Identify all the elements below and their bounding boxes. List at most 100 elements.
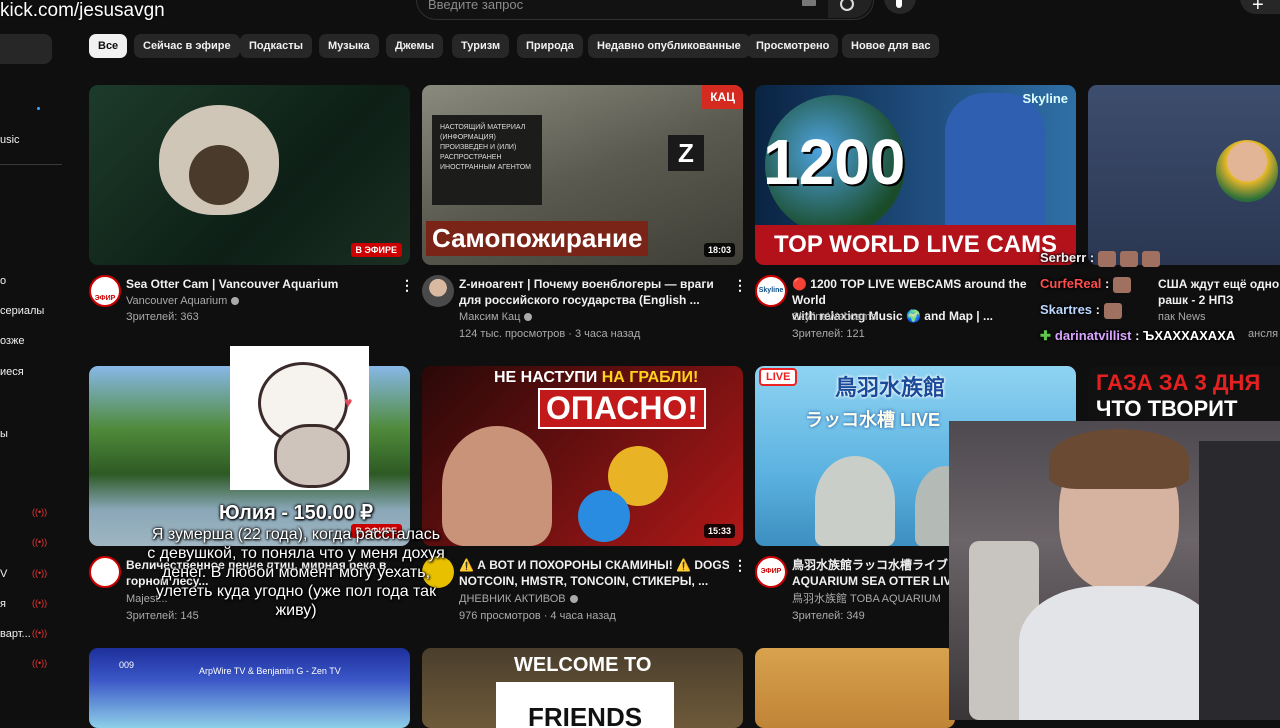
video-title[interactable]: 鳥羽水族館ラッコ水槽ライブ AQUARIUM SEA OTTER LIVE (792, 557, 952, 589)
cat-sticker-body (274, 424, 350, 488)
notification-dot (37, 107, 40, 110)
sidebar-subscription[interactable]: V (0, 568, 7, 580)
sidebar-item-liked[interactable]: иеся (0, 366, 24, 378)
z-patch-icon: Z (668, 135, 704, 171)
chat-message: Serberr : (1040, 250, 1164, 267)
live-indicator-icon: ((•)) (32, 658, 48, 668)
live-indicator-icon: ((•)) (32, 568, 48, 578)
streamer-hair (1049, 429, 1189, 489)
more-options-icon[interactable]: ⋮ (733, 277, 747, 294)
live-badge: В ЭФИРЕ (350, 243, 402, 257)
channel-name[interactable]: ДНЕВНИК АКТИВОВ (459, 591, 578, 607)
keyboard-icon[interactable] (802, 0, 816, 6)
channel-avatar[interactable]: ЭФИР (89, 275, 121, 307)
chip-live[interactable]: Сейчас в эфире (134, 34, 240, 58)
search-input[interactable]: Введите запрос (428, 0, 523, 12)
channel-number: 009 (119, 660, 135, 670)
sidebar-subscription[interactable]: я (0, 598, 6, 610)
video-meta: Зрителей: 121 (792, 328, 865, 340)
skyline-logo: Skyline (1022, 91, 1068, 106)
video-thumbnail[interactable]: 009 ArpWire TV & Benjamin G - Zen TV (89, 648, 410, 728)
chip-recently-uploaded[interactable]: Недавно опубликованные (588, 34, 750, 58)
streamer-hoodie (1019, 586, 1219, 720)
channel-avatar[interactable] (422, 275, 454, 307)
thumbnail-subtitle: ラッコ水槽 LIVE (805, 410, 941, 430)
video-meta: 976 просмотров · 4 часа назад (459, 610, 616, 622)
toncoin-icon (578, 490, 630, 542)
video-meta: Зрителей: 363 (126, 311, 199, 323)
chip-nature[interactable]: Природа (517, 34, 583, 58)
thumbnail-caption: ArpWire TV & Benjamin G - Zen TV (199, 666, 341, 676)
video-thumbnail[interactable]: 1200 Skyline TOP WORLD LIVE CAMS (755, 85, 1076, 265)
thumbnail-headline: НЕ НАСТУПИ НА ГРАБЛИ! (494, 369, 699, 386)
chip-music[interactable]: Музыка (319, 34, 379, 58)
foreign-agent-patch: НАСТОЯЩИЙ МАТЕРИАЛ (ИНФОРМАЦИЯ) ПРОИЗВЕД… (432, 115, 542, 205)
channel-avatar[interactable]: ЭФИР (755, 556, 787, 588)
thumbnail-title: 鳥羽水族館 (835, 375, 946, 400)
verified-icon (524, 313, 533, 322)
video-duration: 15:33 (703, 524, 735, 538)
video-thumbnail[interactable]: ГАЗА ЗА 3 ДНЯ ЧТО ТВОРИТ (1088, 366, 1280, 426)
video-thumbnail[interactable]: НАСТОЯЩИЙ МАТЕРИАЛ (ИНФОРМАЦИЯ) ПРОИЗВЕД… (422, 85, 743, 265)
channel-name[interactable]: 鳥羽水族館 TOBA AQUARIUM (792, 591, 941, 607)
sidebar-item-series[interactable]: сериалы (0, 305, 44, 317)
person-avatar-image (1216, 140, 1278, 202)
channel-name[interactable]: SkylineWebcams (792, 309, 876, 325)
more-options-icon[interactable]: ⋮ (733, 557, 747, 574)
sidebar-item-watch-later[interactable]: озже (0, 335, 25, 347)
thumbnail-logo: FRIENDS (496, 682, 674, 728)
chip-podcasts[interactable]: Подкасты (240, 34, 312, 58)
chip-tourism[interactable]: Туризм (452, 34, 510, 58)
chip-jams[interactable]: Джемы (386, 34, 443, 58)
more-options-icon[interactable]: ⋮ (400, 277, 414, 294)
video-thumbnail[interactable]: В ЭФИРЕ (89, 85, 410, 265)
video-duration: 18:03 (703, 243, 735, 257)
plus-icon[interactable]: + (1252, 0, 1264, 17)
live-indicator-icon: ((•)) (32, 507, 48, 517)
chat-message: ✚ darinatvillist : ЪХАХХАХАХА (1040, 328, 1236, 343)
video-title[interactable]: Z-иноагент | Почему военблогеры — враги д… (459, 276, 729, 308)
person-image (442, 426, 552, 546)
donation-sticker-image: ♥ (230, 346, 369, 490)
channel-name[interactable]: Максим Кац (459, 309, 533, 325)
thumbnail-caption: Самопожирание (426, 221, 649, 256)
stream-url-overlay: kick.com/jesusavgn (0, 0, 165, 21)
emote-icon (1112, 276, 1131, 293)
sidebar-subscription[interactable]: варт... (0, 628, 31, 640)
video-thumbnail[interactable]: НЕ НАСТУПИ НА ГРАБЛИ! ОПАСНО! 15:33 (422, 366, 743, 546)
thumbnail-caption: ОПАСНО! (538, 388, 706, 429)
sidebar-item-music[interactable]: usic (0, 134, 20, 146)
video-title[interactable]: Sea Otter Cam | Vancouver Aquarium (126, 276, 396, 292)
video-thumbnail[interactable] (1088, 85, 1280, 265)
verified-icon (231, 297, 240, 306)
video-title[interactable]: ⚠️ А ВОТ И ПОХОРОНЫ СКАМИНЫ! ⚠️ DOGS, NOT… (459, 557, 729, 589)
video-meta: Зрителей: 349 (792, 610, 865, 622)
emote-icon (1119, 250, 1138, 267)
live-indicator-icon: ((•)) (32, 628, 48, 638)
sidebar-item-home[interactable] (0, 34, 52, 64)
sidebar-divider (0, 164, 62, 165)
thumbnail-caption: WELCOME TO (514, 654, 652, 676)
badge-icon: ✚ (1040, 328, 1051, 343)
chip-watched[interactable]: Просмотрено (747, 34, 839, 58)
video-thumbnail[interactable]: WELCOME TO FRIENDS (422, 648, 743, 728)
video-thumbnail[interactable] (755, 648, 955, 728)
sidebar-item[interactable]: о (0, 275, 6, 287)
seal-image (815, 456, 895, 546)
chip-new-for-you[interactable]: Новое для вас (842, 34, 940, 58)
channel-name[interactable]: Vancouver Aquarium (126, 293, 240, 309)
channel-corner-badge: КАЦ (702, 85, 743, 109)
channel-avatar[interactable]: Skyline (755, 275, 787, 307)
sidebar-item[interactable]: ы (0, 428, 8, 440)
stream-chat-overlay: Serberr : CurfeReal : Skartres : ✚ darina… (1040, 246, 1280, 350)
person-image (945, 93, 1045, 243)
emote-icon (1141, 250, 1160, 267)
otter-body (189, 145, 249, 205)
video-meta: 124 тыс. просмотров · 3 часа назад (459, 328, 641, 340)
microphone-icon[interactable] (896, 0, 902, 8)
donation-title: Юлия - 150.00 ₽ (218, 502, 374, 524)
channel-avatar[interactable] (89, 556, 121, 588)
chip-all[interactable]: Все (89, 34, 128, 58)
chat-message: Skartres : (1040, 302, 1126, 319)
heart-icon: ♥ (344, 394, 353, 410)
